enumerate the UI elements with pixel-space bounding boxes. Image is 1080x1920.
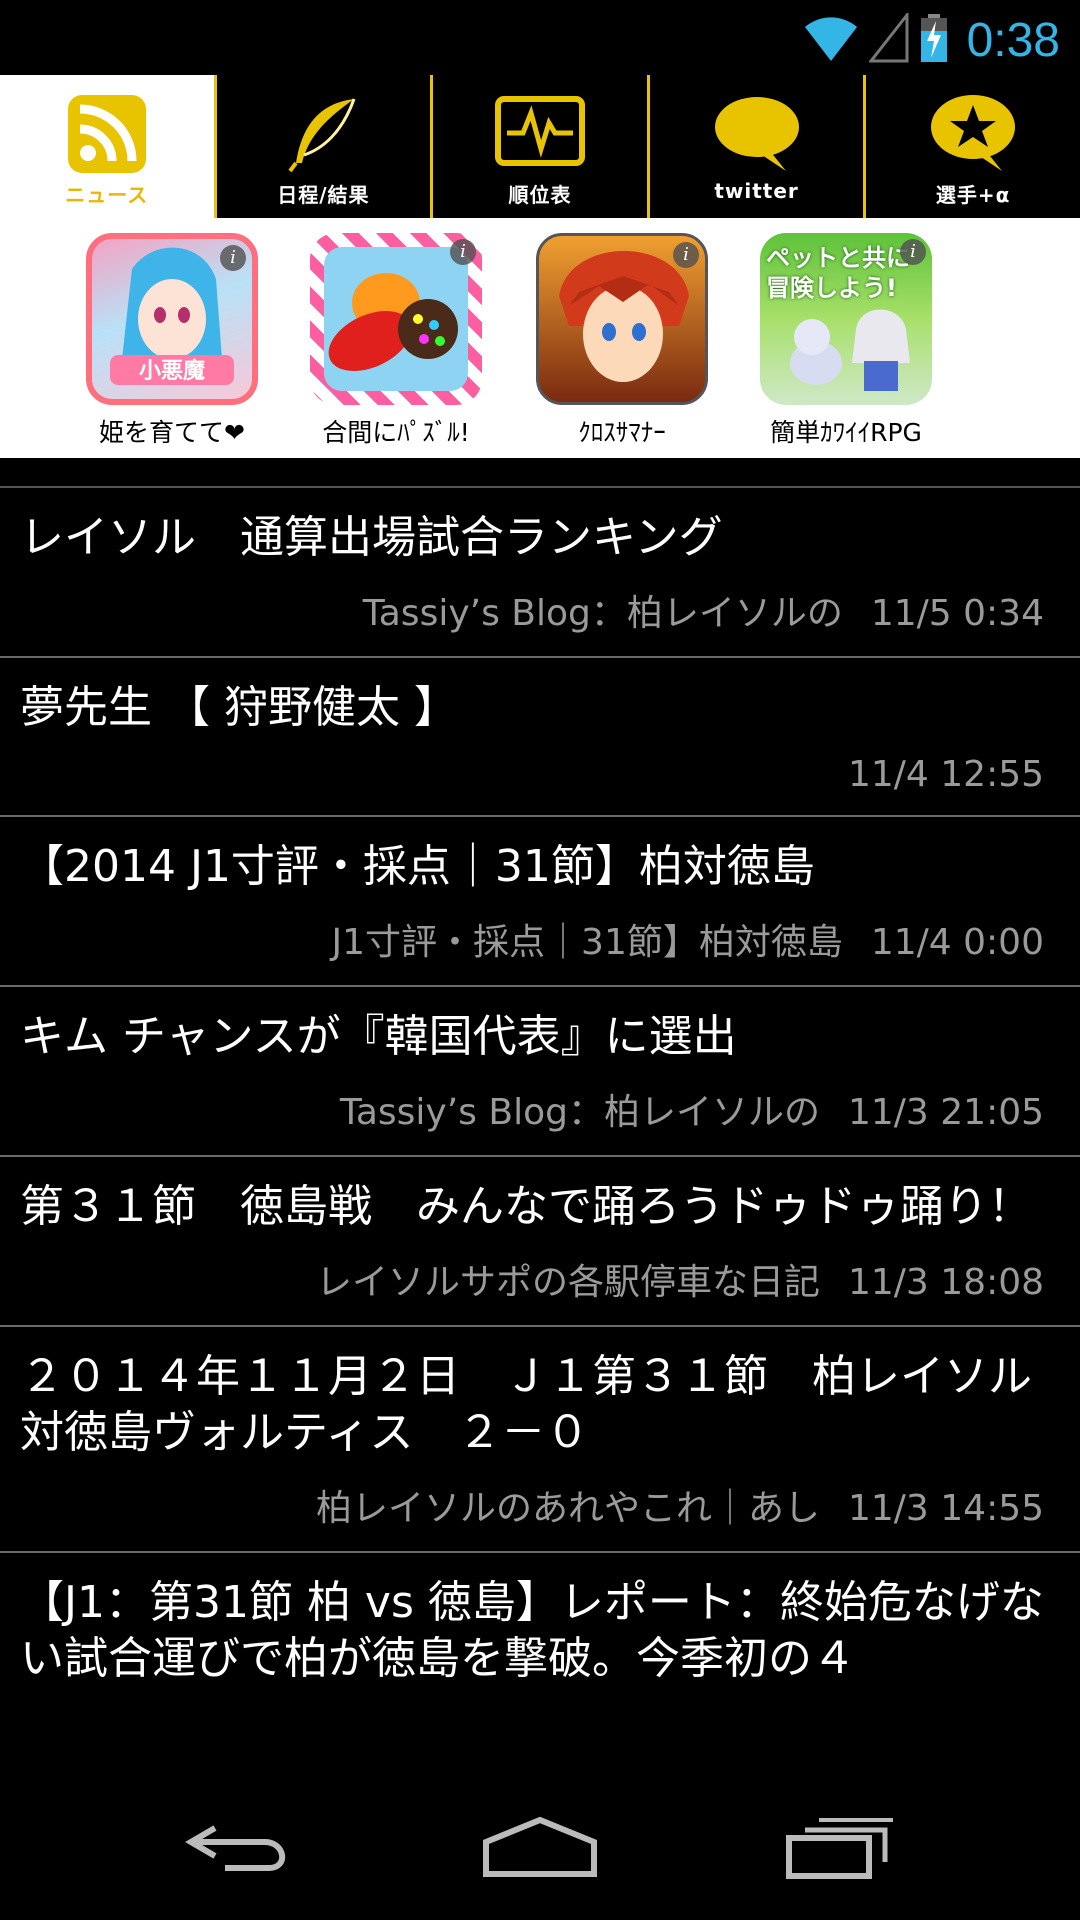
news-source: 柏レイソルのあれやこれ｜あし — [315, 1488, 820, 1529]
news-meta: Tassiy’s Blog：柏レイソルの 11/5 0:34 — [20, 566, 1060, 656]
ad-info-icon[interactable]: i — [220, 245, 246, 271]
list-item[interactable]: 第３１節 徳島戦 みんなで踊ろうドゥドゥ踊り！ レイソルサポの各駅停車な日記 11… — [0, 1157, 1080, 1327]
cell-signal-icon — [867, 10, 909, 67]
ad-app-4[interactable]: ペットと共に冒険しよう! i 簡単ｶﾜｲｲRPG — [746, 233, 946, 449]
tab-standings-label: 順位表 — [508, 183, 572, 207]
news-source: Tassiy’s Blog：柏レイソルの — [362, 593, 843, 634]
clock: 0:38 — [966, 13, 1060, 67]
ad-info-icon[interactable]: i — [450, 239, 476, 265]
ad-strip: 小悪魔 i 姫を育てて❤ i 合間にﾊﾟｽﾞﾙ! i ｸﾛｽｻﾏﾅｰ ペットと共… — [0, 218, 1080, 458]
tab-players[interactable]: 選手+α — [866, 75, 1080, 218]
ad-app-1-thumbnail[interactable]: 小悪魔 i — [86, 233, 258, 405]
tab-news-label: ニュース — [65, 183, 149, 207]
list-item[interactable]: 夢先生 【 狩野健太 】 11/4 12:55 — [0, 658, 1080, 817]
ad-app-3[interactable]: i ｸﾛｽｻﾏﾅｰ — [522, 233, 722, 449]
rss-icon — [62, 93, 152, 175]
news-title: 夢先生 【 狩野健太 】 — [20, 682, 458, 733]
ad-app-2[interactable]: i 合間にﾊﾟｽﾞﾙ! — [296, 233, 496, 449]
recent-apps-button[interactable] — [770, 1810, 910, 1890]
ad-app-1-badge: 小悪魔 — [138, 359, 205, 384]
status-bar: 0:38 — [0, 0, 1080, 75]
ad-app-4-thumbnail[interactable]: ペットと共に冒険しよう! i — [760, 233, 932, 405]
tab-schedule-label: 日程/結果 — [277, 183, 370, 207]
tab-standings[interactable]: 順位表 — [433, 75, 650, 218]
tab-bar: ニュース 日程/結果 順位表 twitter 選手+α — [0, 75, 1080, 218]
news-date: 11/4 12:55 — [847, 754, 1044, 795]
news-title: 【2014 J1寸評・採点｜31節】柏対徳島 — [20, 841, 815, 892]
tab-twitter-label: twitter — [714, 179, 799, 203]
back-button[interactable] — [170, 1810, 310, 1890]
news-source: レイソルサポの各駅停車な日記 — [315, 1262, 820, 1303]
ad-app-2-thumbnail[interactable]: i — [310, 233, 482, 405]
news-title: キム チャンスが『韓国代表』に選出 — [20, 1011, 737, 1062]
list-item[interactable]: ２０１４年１１月２日 Ｊ１第３１節 柏レイソル対徳島ヴォルティス ２－０ 柏レイ… — [0, 1327, 1080, 1553]
ad-app-1-label: 姫を育てて❤ — [99, 418, 245, 447]
ad-info-icon[interactable]: i — [900, 239, 926, 265]
feather-icon — [278, 93, 368, 175]
list-item[interactable]: キム チャンスが『韓国代表』に選出 Tassiy’s Blog：柏レイソルの 11… — [0, 987, 1080, 1157]
status-icons: 0:38 — [803, 10, 1060, 70]
ad-app-3-thumbnail[interactable]: i — [536, 233, 708, 405]
news-meta: 柏レイソルのあれやこれ｜あし 11/3 14:55 — [20, 1461, 1060, 1551]
navigation-bar — [0, 1780, 1080, 1920]
news-title: レイソル 通算出場試合ランキング — [20, 512, 723, 563]
star-bubble-icon — [928, 93, 1018, 175]
back-icon — [185, 1818, 295, 1882]
ad-app-2-label: 合間にﾊﾟｽﾞﾙ! — [322, 418, 470, 447]
news-title: ２０１４年１１月２日 Ｊ１第３１節 柏レイソル対徳島ヴォルティス ２－０ — [20, 1351, 1032, 1458]
previous-item-fragment — [0, 458, 1080, 488]
news-meta: レイソルサポの各駅停車な日記 11/3 18:08 — [20, 1235, 1060, 1325]
list-item[interactable]: 【J1：第31節 柏 vs 徳島】レポート：終始危なげない試合運びで柏が徳島を撃… — [0, 1553, 1080, 1687]
news-date: 11/4 0:00 — [870, 922, 1044, 963]
news-date: 11/5 0:34 — [870, 593, 1044, 634]
news-title: 第３１節 徳島戦 みんなで踊ろうドゥドゥ踊り！ — [20, 1181, 1032, 1232]
tab-schedule[interactable]: 日程/結果 — [217, 75, 434, 218]
news-date: 11/3 18:08 — [847, 1262, 1044, 1303]
ad-app-1[interactable]: 小悪魔 i 姫を育てて❤ — [72, 233, 272, 449]
news-source: J1寸評・採点｜31節】柏対徳島 — [331, 922, 843, 963]
home-icon — [480, 1816, 600, 1884]
recent-apps-icon — [785, 1816, 895, 1884]
news-meta: 11/4 12:55 — [20, 736, 1060, 815]
tab-twitter[interactable]: twitter — [650, 75, 867, 218]
news-meta: J1寸評・採点｜31節】柏対徳島 11/4 0:00 — [20, 895, 1060, 985]
news-meta: Tassiy’s Blog：柏レイソルの 11/3 21:05 — [20, 1065, 1060, 1155]
home-button[interactable] — [470, 1810, 610, 1890]
tab-news[interactable]: ニュース — [0, 75, 217, 218]
speech-bubble-icon — [712, 93, 802, 175]
chart-monitor-icon — [494, 93, 585, 175]
ad-info-icon[interactable]: i — [673, 242, 699, 268]
tab-players-label: 選手+α — [935, 183, 1011, 207]
news-date: 11/3 14:55 — [847, 1488, 1044, 1529]
news-source: Tassiy’s Blog：柏レイソルの — [339, 1092, 820, 1133]
news-list[interactable]: レイソル 通算出場試合ランキング Tassiy’s Blog：柏レイソルの 11/… — [0, 458, 1080, 1780]
ad-app-4-label: 簡単ｶﾜｲｲRPG — [770, 418, 922, 447]
list-item[interactable]: レイソル 通算出場試合ランキング Tassiy’s Blog：柏レイソルの 11/… — [0, 488, 1080, 658]
news-title: 【J1：第31節 柏 vs 徳島】レポート：終始危なげない試合運びで柏が徳島を撃… — [20, 1577, 1044, 1684]
battery-charging-icon — [919, 13, 949, 67]
wifi-icon — [803, 13, 859, 67]
news-date: 11/3 21:05 — [847, 1092, 1044, 1133]
list-item[interactable]: 【2014 J1寸評・採点｜31節】柏対徳島 J1寸評・採点｜31節】柏対徳島 1… — [0, 817, 1080, 987]
ad-app-3-label: ｸﾛｽｻﾏﾅｰ — [578, 418, 666, 447]
